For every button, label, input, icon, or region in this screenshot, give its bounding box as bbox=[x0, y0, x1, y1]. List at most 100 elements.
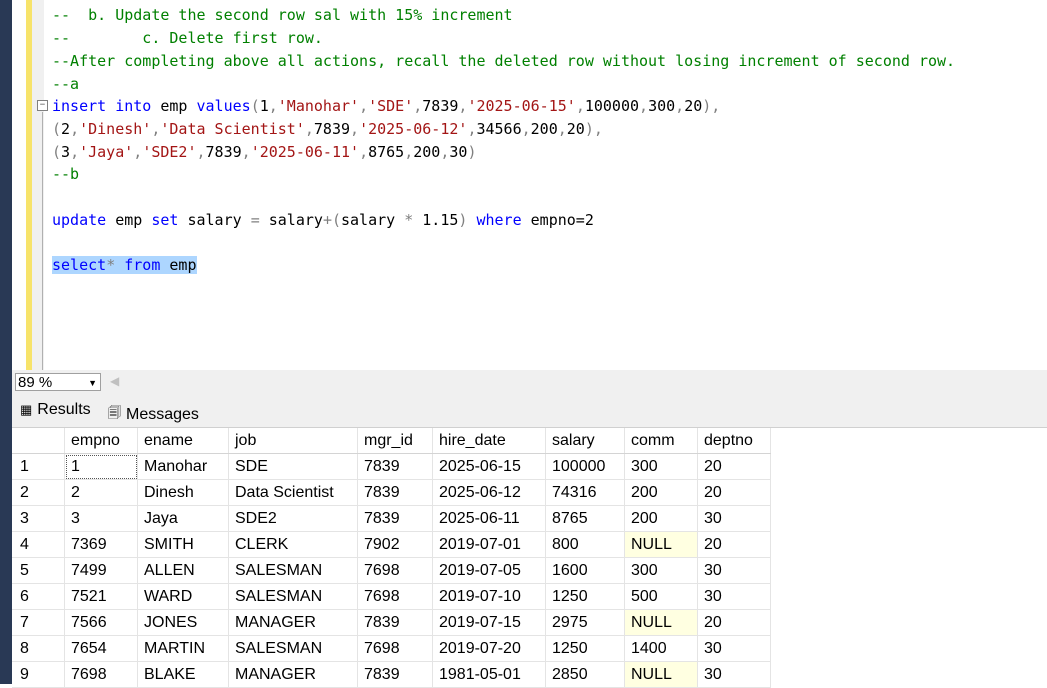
table-cell[interactable]: 100000 bbox=[545, 453, 625, 480]
table-cell[interactable]: JONES bbox=[137, 609, 229, 636]
row-number[interactable]: 6 bbox=[12, 583, 65, 610]
table-cell[interactable]: 300 bbox=[624, 453, 698, 480]
table-cell[interactable]: 20 bbox=[697, 531, 771, 558]
table-cell[interactable]: 1 bbox=[64, 453, 138, 480]
table-cell[interactable]: 200 bbox=[624, 479, 698, 506]
table-cell[interactable]: 7839 bbox=[357, 609, 433, 636]
tab-results[interactable]: ▦ Results bbox=[20, 401, 91, 419]
table-cell[interactable]: 7499 bbox=[64, 557, 138, 584]
column-header[interactable]: deptno bbox=[697, 428, 771, 454]
row-number[interactable]: 5 bbox=[12, 557, 65, 584]
table-cell[interactable]: SALESMAN bbox=[228, 635, 358, 662]
table-cell[interactable]: 7839 bbox=[357, 505, 433, 532]
table-cell[interactable]: MARTIN bbox=[137, 635, 229, 662]
table-cell[interactable]: Jaya bbox=[137, 505, 229, 532]
code-line-values: (3,'Jaya','SDE2',7839,'2025-06-11',8765,… bbox=[52, 143, 477, 161]
table-cell[interactable]: SALESMAN bbox=[228, 557, 358, 584]
table-cell[interactable]: 200 bbox=[624, 505, 698, 532]
column-header[interactable]: salary bbox=[545, 428, 625, 454]
table-cell[interactable]: 30 bbox=[697, 557, 771, 584]
table-row[interactable]: 2 2 Dinesh Data Scientist 7839 2025-06-12 7431… bbox=[12, 479, 771, 506]
column-header[interactable]: ename bbox=[137, 428, 229, 454]
table-cell[interactable]: MANAGER bbox=[228, 609, 358, 636]
table-cell[interactable]: 7698 bbox=[357, 635, 433, 662]
table-cell[interactable]: CLERK bbox=[228, 531, 358, 558]
table-cell[interactable]: 30 bbox=[697, 583, 771, 610]
table-cell[interactable]: 3 bbox=[64, 505, 138, 532]
table-cell[interactable]: 1250 bbox=[545, 583, 625, 610]
table-cell[interactable]: NULL bbox=[624, 531, 698, 558]
table-cell[interactable]: SMITH bbox=[137, 531, 229, 558]
table-cell[interactable]: 7521 bbox=[64, 583, 138, 610]
column-header[interactable]: hire_date bbox=[432, 428, 546, 454]
chevron-down-icon[interactable]: ▼ bbox=[88, 374, 97, 392]
table-cell[interactable]: 2025-06-15 bbox=[432, 453, 546, 480]
table-cell[interactable]: 20 bbox=[697, 453, 771, 480]
table-cell[interactable]: ALLEN bbox=[137, 557, 229, 584]
table-cell[interactable]: 8765 bbox=[545, 505, 625, 532]
zoom-bar: 89 % ▼ ◀ bbox=[12, 370, 1047, 395]
table-cell[interactable]: 7902 bbox=[357, 531, 433, 558]
table-cell[interactable]: 1400 bbox=[624, 635, 698, 662]
table-cell[interactable]: 7566 bbox=[64, 609, 138, 636]
table-cell[interactable]: Dinesh bbox=[137, 479, 229, 506]
scroll-left-icon[interactable]: ◀ bbox=[110, 374, 119, 388]
table-cell[interactable]: WARD bbox=[137, 583, 229, 610]
column-header[interactable]: mgr_id bbox=[357, 428, 433, 454]
tab-messages-label: Messages bbox=[126, 406, 199, 423]
table-row[interactable]: 5 7499 ALLEN SALESMAN 7698 2019-07-05 1600 300 3… bbox=[12, 557, 771, 584]
table-cell[interactable]: 7839 bbox=[357, 453, 433, 480]
results-grid[interactable]: empno ename job mgr_id hire_date salary … bbox=[12, 428, 1047, 688]
table-cell[interactable]: 2975 bbox=[545, 609, 625, 636]
table-row[interactable]: 8 7654 MARTIN SALESMAN 7698 2019-07-20 1250 140… bbox=[12, 635, 771, 662]
column-header[interactable]: job bbox=[228, 428, 358, 454]
table-cell[interactable]: SDE2 bbox=[228, 505, 358, 532]
table-row[interactable]: 7 7566 JONES MANAGER 7839 2019-07-15 2975 NULL 2… bbox=[12, 609, 771, 636]
table-cell[interactable]: 1600 bbox=[545, 557, 625, 584]
row-number[interactable]: 8 bbox=[12, 635, 65, 662]
table-cell[interactable]: Data Scientist bbox=[228, 479, 358, 506]
table-cell[interactable]: 30 bbox=[697, 505, 771, 532]
tab-messages[interactable]: 🗐 Messages bbox=[108, 404, 199, 426]
table-cell[interactable]: 7698 bbox=[357, 557, 433, 584]
row-number-header[interactable] bbox=[12, 428, 65, 454]
collapse-icon[interactable]: − bbox=[37, 100, 48, 111]
table-cell[interactable]: 300 bbox=[624, 557, 698, 584]
table-cell[interactable]: 2019-07-15 bbox=[432, 609, 546, 636]
table-cell[interactable]: 2025-06-12 bbox=[432, 479, 546, 506]
table-cell[interactable]: 74316 bbox=[545, 479, 625, 506]
table-row[interactable]: 4 7369 SMITH CLERK 7902 2019-07-01 800 NULL 20 bbox=[12, 531, 771, 558]
row-number[interactable]: 2 bbox=[12, 479, 65, 506]
table-cell[interactable]: 30 bbox=[697, 635, 771, 662]
table-cell[interactable]: 800 bbox=[545, 531, 625, 558]
table-cell[interactable]: Manohar bbox=[137, 453, 229, 480]
table-cell[interactable]: 7839 bbox=[357, 479, 433, 506]
table-cell[interactable]: 1250 bbox=[545, 635, 625, 662]
table-cell[interactable]: 7698 bbox=[357, 583, 433, 610]
table-row[interactable]: 3 3 Jaya SDE2 7839 2025-06-11 8765 200 30 bbox=[12, 505, 771, 532]
column-header[interactable]: comm bbox=[624, 428, 698, 454]
table-cell[interactable]: SALESMAN bbox=[228, 583, 358, 610]
row-number[interactable]: 4 bbox=[12, 531, 65, 558]
zoom-dropdown[interactable]: 89 % ▼ bbox=[15, 373, 101, 391]
table-cell[interactable]: 7369 bbox=[64, 531, 138, 558]
table-cell[interactable]: NULL bbox=[624, 609, 698, 636]
row-number[interactable]: 3 bbox=[12, 505, 65, 532]
table-cell[interactable]: 20 bbox=[697, 609, 771, 636]
table-cell[interactable]: 2025-06-11 bbox=[432, 505, 546, 532]
table-cell[interactable]: 2019-07-10 bbox=[432, 583, 546, 610]
row-number[interactable]: 1 bbox=[12, 453, 65, 480]
table-cell[interactable]: 2019-07-05 bbox=[432, 557, 546, 584]
table-cell[interactable]: 2019-07-01 bbox=[432, 531, 546, 558]
table-row[interactable]: 1 1 Manohar SDE 7839 2025-06-15 100000 300 20 bbox=[12, 453, 771, 480]
table-cell[interactable]: 2019-07-20 bbox=[432, 635, 546, 662]
column-header[interactable]: empno bbox=[64, 428, 138, 454]
code-line-values: (2,'Dinesh','Data Scientist',7839,'2025-… bbox=[52, 120, 603, 138]
table-cell[interactable]: SDE bbox=[228, 453, 358, 480]
table-cell[interactable]: 2 bbox=[64, 479, 138, 506]
table-cell[interactable]: 20 bbox=[697, 479, 771, 506]
table-row[interactable]: 6 7521 WARD SALESMAN 7698 2019-07-10 1250 500 30 bbox=[12, 583, 771, 610]
table-cell[interactable]: 7654 bbox=[64, 635, 138, 662]
table-cell[interactable]: 500 bbox=[624, 583, 698, 610]
row-number[interactable]: 7 bbox=[12, 609, 65, 636]
